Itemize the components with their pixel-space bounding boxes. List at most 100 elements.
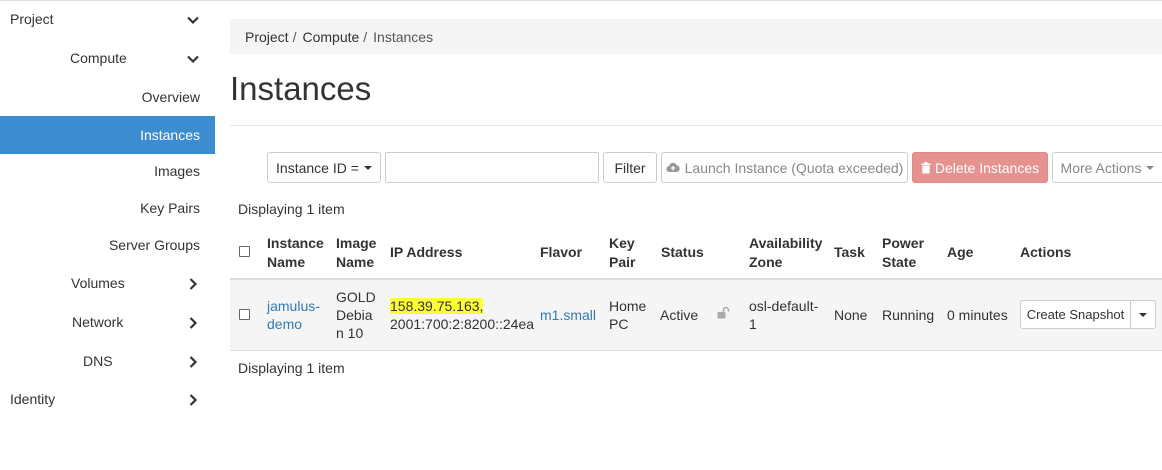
column-header-key-pair[interactable]: Key Pair bbox=[609, 234, 635, 272]
header-line: Power bbox=[882, 235, 925, 251]
flavor-link[interactable]: m1.small bbox=[540, 306, 596, 324]
row-checkbox[interactable] bbox=[239, 309, 250, 320]
column-header-ip-address[interactable]: IP Address bbox=[390, 243, 462, 262]
column-header-task[interactable]: Task bbox=[834, 243, 865, 262]
title-divider bbox=[230, 125, 1162, 126]
instance-name-line: jamulus- bbox=[267, 298, 320, 314]
display-count-bottom: Displaying 1 item bbox=[238, 360, 345, 376]
key-pair-line: Home bbox=[609, 298, 647, 314]
ip-address-cell: 158.39.75.163, 2001:700:2:8200::24ea bbox=[390, 297, 534, 333]
chevron-right-icon bbox=[186, 277, 200, 291]
caret-down-icon bbox=[1139, 312, 1147, 317]
header-line: Name bbox=[267, 254, 306, 270]
header-line: Zone bbox=[749, 254, 783, 270]
zone-line: osl-default- bbox=[749, 298, 819, 314]
key-pair-cell: Home PC bbox=[609, 297, 646, 333]
sidebar-item-identity[interactable]: Identity bbox=[0, 380, 215, 418]
sidebar-item-label: Images bbox=[154, 163, 200, 179]
header-line: Pair bbox=[609, 254, 636, 270]
display-count-top: Displaying 1 item bbox=[238, 201, 345, 217]
delete-instances-label: Delete Instances bbox=[934, 159, 1040, 176]
instance-name-link[interactable]: jamulus- demo bbox=[267, 297, 320, 333]
sidebar-item-network[interactable]: Network bbox=[0, 303, 215, 341]
caret-down-icon bbox=[1146, 165, 1155, 170]
create-snapshot-label: Create Snapshot bbox=[1026, 307, 1125, 322]
instance-name-line: demo bbox=[267, 316, 303, 332]
breadcrumb-project[interactable]: Project bbox=[245, 29, 289, 45]
column-header-availability-zone[interactable]: Availability Zone bbox=[749, 234, 822, 272]
header-line: State bbox=[882, 254, 917, 270]
image-name-line: GOLD bbox=[336, 289, 376, 305]
more-actions-dropdown[interactable]: More Actions bbox=[1052, 152, 1162, 183]
breadcrumb-separator: / bbox=[363, 28, 368, 45]
column-header-status[interactable]: Status bbox=[661, 243, 704, 262]
sidebar-item-instances[interactable]: Instances bbox=[0, 116, 215, 154]
sidebar-item-label: Instances bbox=[140, 127, 200, 143]
sidebar-item-images[interactable]: Images bbox=[0, 152, 215, 190]
sidebar-item-label: Project bbox=[10, 11, 54, 27]
header-line: Name bbox=[336, 254, 375, 270]
sidebar-item-label: Key Pairs bbox=[140, 200, 200, 216]
breadcrumb-current: Instances bbox=[373, 28, 434, 45]
zone-line: 1 bbox=[749, 316, 757, 332]
ip-address-v6: 2001:700:2:8200::24ea bbox=[390, 316, 535, 332]
row-actions-dropdown[interactable] bbox=[1130, 300, 1156, 329]
chevron-down-icon bbox=[186, 13, 200, 27]
create-snapshot-button[interactable]: Create Snapshot bbox=[1020, 300, 1131, 329]
sidebar-item-compute[interactable]: Compute bbox=[0, 39, 215, 77]
breadcrumb: Project / Compute / Instances bbox=[230, 19, 1162, 54]
search-input[interactable] bbox=[385, 152, 599, 183]
delete-instances-button[interactable]: Delete Instances bbox=[912, 152, 1048, 183]
sidebar-item-label: Volumes bbox=[71, 275, 125, 291]
breadcrumb-compute[interactable]: Compute bbox=[302, 29, 359, 45]
image-name-line: n 10 bbox=[336, 325, 364, 341]
page-title: Instances bbox=[230, 70, 372, 107]
chevron-right-icon bbox=[186, 355, 200, 369]
breadcrumb-separator: / bbox=[292, 28, 297, 45]
filter-button[interactable]: Filter bbox=[603, 152, 657, 183]
sidebar-item-label: Compute bbox=[70, 50, 127, 66]
chevron-right-icon bbox=[186, 316, 200, 330]
unlock-icon[interactable] bbox=[717, 307, 730, 319]
filter-field-label: Instance ID = bbox=[276, 159, 359, 176]
sidebar-item-project[interactable]: Project bbox=[0, 0, 215, 38]
header-line: Image bbox=[336, 235, 377, 251]
table-row-divider bbox=[230, 350, 1162, 351]
more-actions-label: More Actions bbox=[1060, 159, 1142, 176]
sidebar-item-label: Server Groups bbox=[108, 237, 200, 253]
chevron-down-icon bbox=[186, 52, 200, 66]
key-pair-line: PC bbox=[609, 316, 629, 332]
sidebar-item-label: Network bbox=[72, 314, 124, 330]
caret-down-icon bbox=[363, 165, 372, 170]
sidebar-item-label: DNS bbox=[83, 353, 113, 369]
task-cell: None bbox=[834, 307, 868, 323]
launch-instance-button[interactable]: Launch Instance (Quota exceeded) bbox=[661, 152, 908, 183]
status-cell: Active bbox=[660, 307, 699, 323]
age-cell: 0 minutes bbox=[947, 307, 1008, 323]
ip-address-v4: 158.39.75.163, bbox=[390, 298, 484, 314]
sidebar-item-volumes[interactable]: Volumes bbox=[0, 264, 215, 302]
column-header-instance-name[interactable]: Instance Name bbox=[267, 234, 324, 272]
sidebar-item-label: Identity bbox=[10, 391, 56, 407]
header-line: Availability bbox=[749, 235, 823, 251]
column-header-power-state[interactable]: Power State bbox=[882, 234, 924, 272]
column-header-age[interactable]: Age bbox=[947, 243, 973, 262]
sidebar-item-key-pairs[interactable]: Key Pairs bbox=[0, 189, 215, 227]
launch-instance-label: Launch Instance (Quota exceeded) bbox=[684, 159, 904, 176]
sidebar-item-label: Overview bbox=[141, 89, 200, 105]
sidebar-item-server-groups[interactable]: Server Groups bbox=[0, 226, 215, 264]
image-name-cell: GOLD Debia n 10 bbox=[336, 288, 376, 342]
image-name-line: Debia bbox=[336, 307, 373, 323]
header-line: Instance bbox=[267, 235, 324, 251]
select-all-checkbox[interactable] bbox=[239, 246, 250, 257]
sidebar-item-dns[interactable]: DNS bbox=[0, 342, 215, 380]
sidebar: Project Compute Overview Instances Image… bbox=[0, 0, 215, 470]
filter-button-label: Filter bbox=[614, 159, 646, 176]
availability-zone-cell: osl-default- 1 bbox=[749, 297, 818, 333]
header-line: Key bbox=[609, 235, 635, 251]
column-header-flavor[interactable]: Flavor bbox=[540, 243, 582, 262]
trash-icon bbox=[921, 161, 931, 174]
sidebar-item-overview[interactable]: Overview bbox=[0, 78, 215, 116]
column-header-image-name[interactable]: Image Name bbox=[336, 234, 376, 272]
filter-field-dropdown[interactable]: Instance ID = bbox=[267, 152, 381, 183]
